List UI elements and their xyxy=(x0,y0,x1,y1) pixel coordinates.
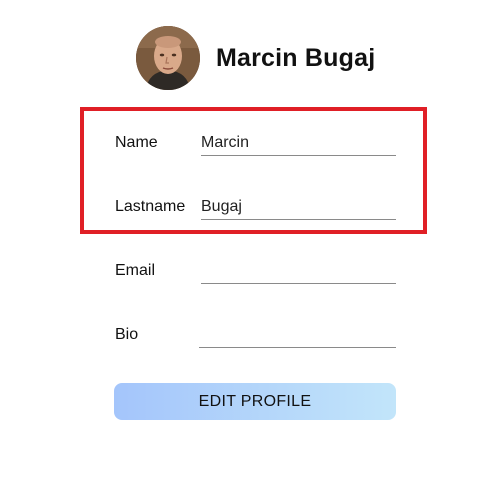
name-input[interactable] xyxy=(201,131,396,156)
bio-input[interactable] xyxy=(199,323,396,348)
form-row-email: Email xyxy=(115,259,396,301)
form-row-name: Name xyxy=(115,131,396,173)
lastname-input[interactable] xyxy=(201,195,396,220)
edit-profile-button[interactable]: EDIT PROFILE xyxy=(114,383,396,420)
profile-name-heading: Marcin Bugaj xyxy=(216,43,376,72)
avatar-photo xyxy=(136,26,200,90)
email-label: Email xyxy=(115,262,156,279)
avatar xyxy=(136,26,200,90)
name-label: Name xyxy=(115,134,158,151)
bio-label: Bio xyxy=(115,326,139,343)
lastname-label: Lastname xyxy=(115,198,186,215)
profile-header: Marcin Bugaj xyxy=(136,26,375,90)
form-row-bio: Bio xyxy=(115,323,396,365)
email-input[interactable] xyxy=(201,259,396,284)
profile-page: Marcin Bugaj Name Lastname Email Bio EDI… xyxy=(0,0,502,493)
form-row-lastname: Lastname xyxy=(115,195,396,237)
